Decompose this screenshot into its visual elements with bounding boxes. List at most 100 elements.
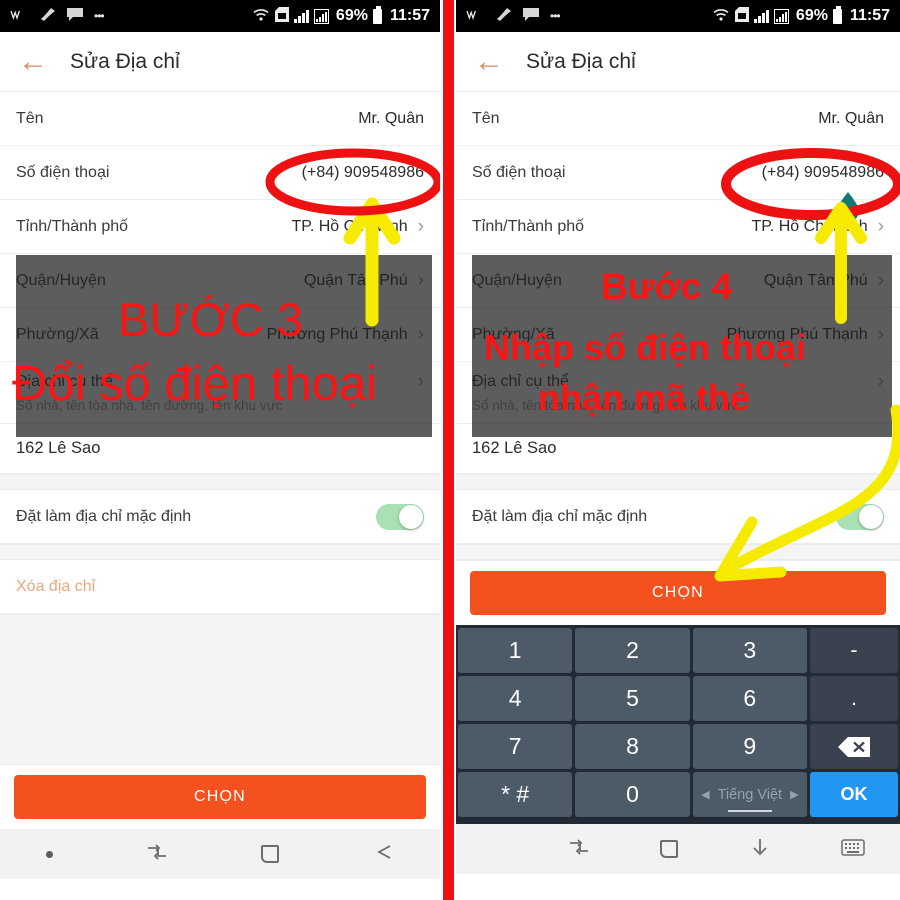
- address-form: Tên Mr. Quân Số điện thoại (+84) 9095489…: [0, 92, 440, 614]
- row-address-detail[interactable]: Địa chỉ cụ thể › Số nhà, tên tòa nhà, tê…: [456, 362, 900, 424]
- battery-percent: 69%: [795, 7, 828, 24]
- key-2[interactable]: 2: [575, 628, 690, 673]
- key-6[interactable]: 6: [692, 676, 807, 721]
- dual-screenshot: ••• 69% 11:57 ← Sửa Địa chỉ Tên Mr. Quân…: [0, 0, 900, 900]
- chevron-right-icon: ›: [877, 323, 884, 345]
- row-phone-label: Số điện thoại: [16, 163, 110, 181]
- chevron-right-icon: ▶: [790, 789, 799, 801]
- back-icon[interactable]: ←: [18, 46, 48, 77]
- section-gap: [456, 544, 900, 560]
- keyboard-icon[interactable]: [841, 838, 865, 860]
- row-name[interactable]: Tên Mr. Quân: [0, 92, 440, 146]
- row-street-value: 162 Lê Sao: [472, 439, 557, 457]
- sdcard-icon: [274, 6, 289, 26]
- key-9[interactable]: 9: [692, 724, 807, 769]
- chevron-left-icon: ◀: [701, 789, 710, 801]
- right-phone-screen: ••• 69% 11:57 ← Sửa Địa chỉ Tên Mr. Quân…: [456, 0, 900, 900]
- row-address-label: Địa chỉ cụ thể: [16, 373, 113, 390]
- key-0[interactable]: 0: [575, 772, 690, 817]
- row-address-top: Địa chỉ cụ thể ›: [472, 371, 884, 393]
- row-name-value: Mr. Quân: [818, 109, 884, 127]
- default-address-toggle[interactable]: [836, 503, 884, 530]
- hide-keyboard-icon[interactable]: [749, 837, 771, 861]
- row-district[interactable]: Quận/Huyện Quận Tân Phú ›: [0, 254, 440, 308]
- key-7[interactable]: 7: [458, 724, 573, 769]
- row-phone[interactable]: Số điện thoại (+84) 909548986: [456, 146, 900, 200]
- row-street-value: 162 Lê Sao: [16, 439, 101, 457]
- row-ward-value: Phương Phú Thạnh: [726, 325, 868, 343]
- address-form: Tên Mr. Quân Số điện thoại (+84) 9095489…: [456, 92, 900, 560]
- row-city[interactable]: Tỉnh/Thành phố TP. Hồ Chí Minh ›: [456, 200, 900, 254]
- chat-icon: [523, 7, 539, 25]
- status-bar: ••• 69% 11:57: [456, 0, 900, 32]
- row-default-toggle[interactable]: Đặt làm địa chỉ mặc định: [0, 490, 440, 544]
- row-default-label: Đặt làm địa chỉ mặc định: [472, 507, 648, 525]
- battery-icon: [832, 5, 842, 24]
- key-1[interactable]: 1: [458, 628, 573, 673]
- key-4[interactable]: 4: [458, 676, 573, 721]
- ok-key[interactable]: OK: [809, 772, 898, 817]
- back-icon[interactable]: ←: [474, 46, 504, 77]
- back-icon[interactable]: [372, 843, 394, 865]
- signal-bars-icon: [293, 9, 309, 23]
- panel-divider: [440, 0, 456, 900]
- recents-icon[interactable]: [568, 838, 590, 860]
- row-ward[interactable]: Phường/Xã Phương Phú Thạnh ›: [456, 308, 900, 362]
- language-label: Tiếng Việt: [717, 786, 783, 803]
- default-address-toggle[interactable]: [376, 503, 424, 530]
- key-dash[interactable]: -: [809, 628, 898, 673]
- row-phone[interactable]: Số điện thoại (+84) 909548986: [0, 146, 440, 200]
- select-button[interactable]: CHỌN: [14, 775, 426, 819]
- key-3[interactable]: 3: [692, 628, 807, 673]
- battery-icon: [372, 5, 382, 24]
- row-default-label: Đặt làm địa chỉ mặc định: [16, 507, 192, 525]
- left-phone-screen: ••• 69% 11:57 ← Sửa Địa chỉ Tên Mr. Quân…: [0, 0, 440, 900]
- key-period[interactable]: .: [809, 676, 898, 721]
- recents-icon[interactable]: [146, 843, 168, 865]
- row-default-toggle[interactable]: Đặt làm địa chỉ mặc định: [456, 490, 900, 544]
- row-city[interactable]: Tỉnh/Thành phố TP. Hồ Chí Minh ›: [0, 200, 440, 254]
- row-ward[interactable]: Phường/Xã Phương Phú Thạnh ›: [0, 308, 440, 362]
- home-icon[interactable]: [260, 845, 279, 863]
- chevron-right-icon: ›: [877, 215, 884, 237]
- key-symbols[interactable]: * #: [458, 772, 573, 817]
- app-header: ← Sửa Địa chỉ: [456, 32, 900, 92]
- row-phone-value: (+84) 909548986: [301, 163, 424, 181]
- row-delete-address[interactable]: Xóa địa chỉ: [0, 560, 440, 614]
- row-district[interactable]: Quận/Huyện Quận Tân Phú ›: [456, 254, 900, 308]
- row-name[interactable]: Tên Mr. Quân: [456, 92, 900, 146]
- more-dots-icon: •••: [94, 9, 105, 23]
- row-street[interactable]: 162 Lê Sao: [0, 424, 440, 474]
- dot-icon[interactable]: [46, 850, 54, 858]
- system-navbar: [0, 829, 440, 879]
- row-ward-value: Phương Phú Thạnh: [266, 325, 408, 343]
- chevron-right-icon: ›: [877, 371, 884, 392]
- row-address-top: Địa chỉ cụ thể ›: [16, 371, 424, 393]
- row-phone-value: (+84) 909548986: [761, 163, 884, 181]
- key-5[interactable]: 5: [575, 676, 690, 721]
- chat-icon: [67, 7, 83, 25]
- chevron-right-icon: ›: [417, 269, 424, 291]
- backspace-icon[interactable]: [809, 724, 898, 769]
- row-city-value: TP. Hồ Chí Minh: [751, 217, 868, 235]
- row-name-label: Tên: [472, 109, 500, 127]
- page-title: Sửa Địa chỉ: [70, 49, 180, 73]
- cta-container: CHỌN: [456, 560, 900, 625]
- select-button[interactable]: CHỌN: [470, 571, 886, 615]
- row-street[interactable]: 162 Lê Sao: [456, 424, 900, 474]
- key-8[interactable]: 8: [575, 724, 690, 769]
- keypad-row: 1 2 3 -: [458, 628, 898, 673]
- chevron-right-icon: ›: [417, 323, 424, 345]
- row-district-value: Quận Tân Phú: [763, 271, 868, 289]
- status-bar: ••• 69% 11:57: [0, 0, 440, 32]
- row-address-hint: Số nhà, tên tòa nhà, tên đường, tên khu …: [16, 398, 283, 413]
- row-district-label: Quận/Huyện: [472, 271, 562, 289]
- home-icon[interactable]: [660, 840, 679, 858]
- wifi-share-icon: [10, 8, 28, 24]
- row-address-label: Địa chỉ cụ thể: [472, 373, 569, 390]
- row-address-detail[interactable]: Địa chỉ cụ thể › Số nhà, tên tòa nhà, tê…: [0, 362, 440, 424]
- chevron-right-icon: ›: [417, 371, 424, 392]
- keypad-row: 7 8 9: [458, 724, 898, 769]
- clock: 11:57: [389, 7, 430, 24]
- language-switch-key[interactable]: ◀ Tiếng Việt ▶: [692, 772, 807, 817]
